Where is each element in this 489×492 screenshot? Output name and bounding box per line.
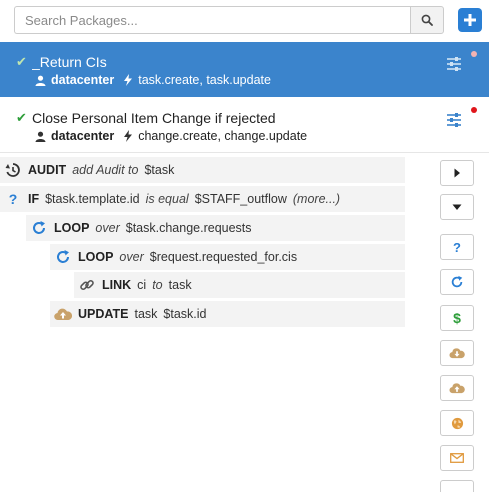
status-dot	[471, 51, 477, 57]
tree-row-update[interactable]: UPDATE task $task.id	[50, 301, 405, 327]
package-events: task.create, task.update	[138, 73, 271, 87]
operator: over	[119, 250, 144, 264]
package-title: _Return CIs	[32, 54, 107, 70]
cloud-download-icon	[449, 348, 465, 359]
top-bar	[0, 0, 489, 40]
refresh-icon	[54, 249, 72, 265]
tree-row-loop[interactable]: LOOP over $request.requested_for.cis	[50, 244, 405, 270]
tree-row-link[interactable]: LINK ci to task	[74, 272, 405, 298]
caret-right-icon	[454, 168, 460, 178]
caret-down-icon	[452, 204, 462, 210]
search-button[interactable]	[410, 6, 444, 34]
cloud-upload-icon	[54, 307, 72, 321]
value: task	[134, 307, 158, 321]
keyword: UPDATE	[78, 307, 129, 321]
sliders-icon[interactable]	[446, 56, 462, 72]
user-icon	[35, 131, 46, 142]
cloud-upload-icon	[449, 383, 465, 394]
search-group	[14, 6, 444, 34]
value: $task.id	[163, 307, 207, 321]
question-icon: ?	[453, 239, 461, 255]
keyword: LOOP	[54, 221, 90, 235]
add-update-button[interactable]	[440, 375, 474, 401]
operator: over	[95, 221, 120, 235]
package-item[interactable]: ✔ _Return CIs datacenter task.create, ta…	[0, 42, 489, 97]
search-input[interactable]	[14, 6, 410, 34]
check-icon: ✔	[16, 110, 27, 125]
dollar-icon: $	[453, 310, 461, 326]
package-meta: datacenter task.create, task.update	[35, 73, 271, 87]
envelope-icon	[450, 453, 464, 463]
package-owner: datacenter	[51, 73, 115, 87]
package-title: Close Personal Item Change if rejected	[32, 110, 276, 126]
value: $STAFF_outflow	[194, 192, 287, 206]
bolt-icon	[124, 74, 133, 86]
value: ci	[137, 278, 147, 292]
add-loop-button[interactable]	[440, 269, 474, 295]
globe-icon	[451, 417, 463, 429]
value: $request.requested_for.cis	[149, 250, 298, 264]
link-icon	[78, 277, 96, 293]
keyword: LINK	[102, 278, 132, 292]
package-item[interactable]: ✔ Close Personal Item Change if rejected…	[0, 98, 489, 153]
value: task	[168, 278, 192, 292]
package-owner: datacenter	[51, 129, 115, 143]
add-email-button[interactable]	[440, 445, 474, 471]
operator: is equal	[145, 192, 189, 206]
add-fetch-button[interactable]	[440, 340, 474, 366]
keyword: AUDIT	[28, 163, 67, 177]
history-icon	[4, 162, 22, 178]
search-icon	[421, 14, 433, 26]
check-icon: ✔	[16, 54, 27, 69]
value: $task	[144, 163, 175, 177]
add-if-button[interactable]: ?	[440, 234, 474, 260]
add-http-button[interactable]	[440, 410, 474, 436]
more-actions-button[interactable]	[440, 480, 474, 492]
expand-button[interactable]	[440, 160, 474, 186]
package-events: change.create, change.update	[138, 129, 308, 143]
tree-row-audit[interactable]: AUDIT add Audit to $task	[0, 157, 405, 183]
value: $task.template.id	[45, 192, 140, 206]
add-package-button[interactable]	[458, 8, 482, 32]
add-variable-button[interactable]: $	[440, 305, 474, 331]
refresh-icon	[451, 275, 463, 288]
package-meta: datacenter change.create, change.update	[35, 129, 307, 143]
operator: to	[152, 278, 163, 292]
value: $task.change.requests	[125, 221, 252, 235]
collapse-button[interactable]	[440, 194, 474, 220]
tree-row-if[interactable]: ? IF $task.template.id is equal $STAFF_o…	[0, 186, 405, 212]
more-link[interactable]: (more...)	[293, 192, 340, 206]
keyword: LOOP	[78, 250, 114, 264]
refresh-icon	[30, 220, 48, 236]
plus-icon	[464, 14, 476, 26]
keyword: IF	[28, 192, 40, 206]
user-icon	[35, 75, 46, 86]
question-icon: ?	[8, 191, 18, 207]
bolt-icon	[124, 130, 133, 142]
tree-row-loop[interactable]: LOOP over $task.change.requests	[26, 215, 405, 241]
sliders-icon[interactable]	[446, 112, 462, 128]
status-dot	[471, 107, 477, 113]
operator: add Audit to	[72, 163, 139, 177]
